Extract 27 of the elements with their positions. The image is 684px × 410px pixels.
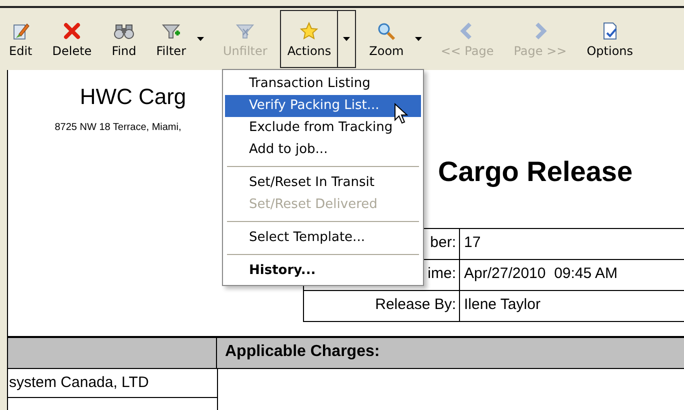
charges-heading: Applicable Charges: (224, 342, 381, 362)
field-value: Apr/27/2010 09:45 AM (463, 264, 618, 284)
toolbar-button[interactable]: Options (580, 11, 640, 67)
toolbar-button[interactable]: Zoom (363, 11, 410, 67)
menu-item[interactable]: Set/Reset In Transit (225, 172, 421, 194)
menu-item[interactable]: Transaction Listing (225, 73, 421, 95)
document-title: Cargo Release (438, 156, 633, 189)
star-icon (299, 20, 320, 40)
company-address: 8725 NW 18 Terrace, Miami, (54, 122, 182, 133)
company-name: HWC Carg (78, 84, 186, 110)
caret-icon (414, 37, 422, 41)
field-value: Ilene Taylor (463, 295, 542, 315)
toolbar-button[interactable]: Filter (150, 11, 192, 67)
caret-icon (343, 37, 350, 41)
field-label: Release By: (304, 291, 460, 321)
menu-item[interactable]: Verify Packing List... (225, 95, 421, 117)
caret-icon (197, 37, 204, 41)
magnifier-icon (376, 20, 396, 40)
menu-item[interactable]: Add to job... (225, 139, 421, 161)
field-value: 17 (463, 233, 482, 253)
delete-icon (62, 20, 82, 40)
toolbar-button[interactable]: Delete (46, 11, 98, 67)
table-cell: system Canada, LTD (8, 369, 218, 398)
toolbar-button[interactable]: Edit (3, 11, 38, 67)
mouse-pointer-icon (394, 103, 408, 125)
toolbar-button[interactable]: Find (106, 11, 142, 67)
menu-item[interactable]: Exclude from Tracking (225, 117, 421, 139)
